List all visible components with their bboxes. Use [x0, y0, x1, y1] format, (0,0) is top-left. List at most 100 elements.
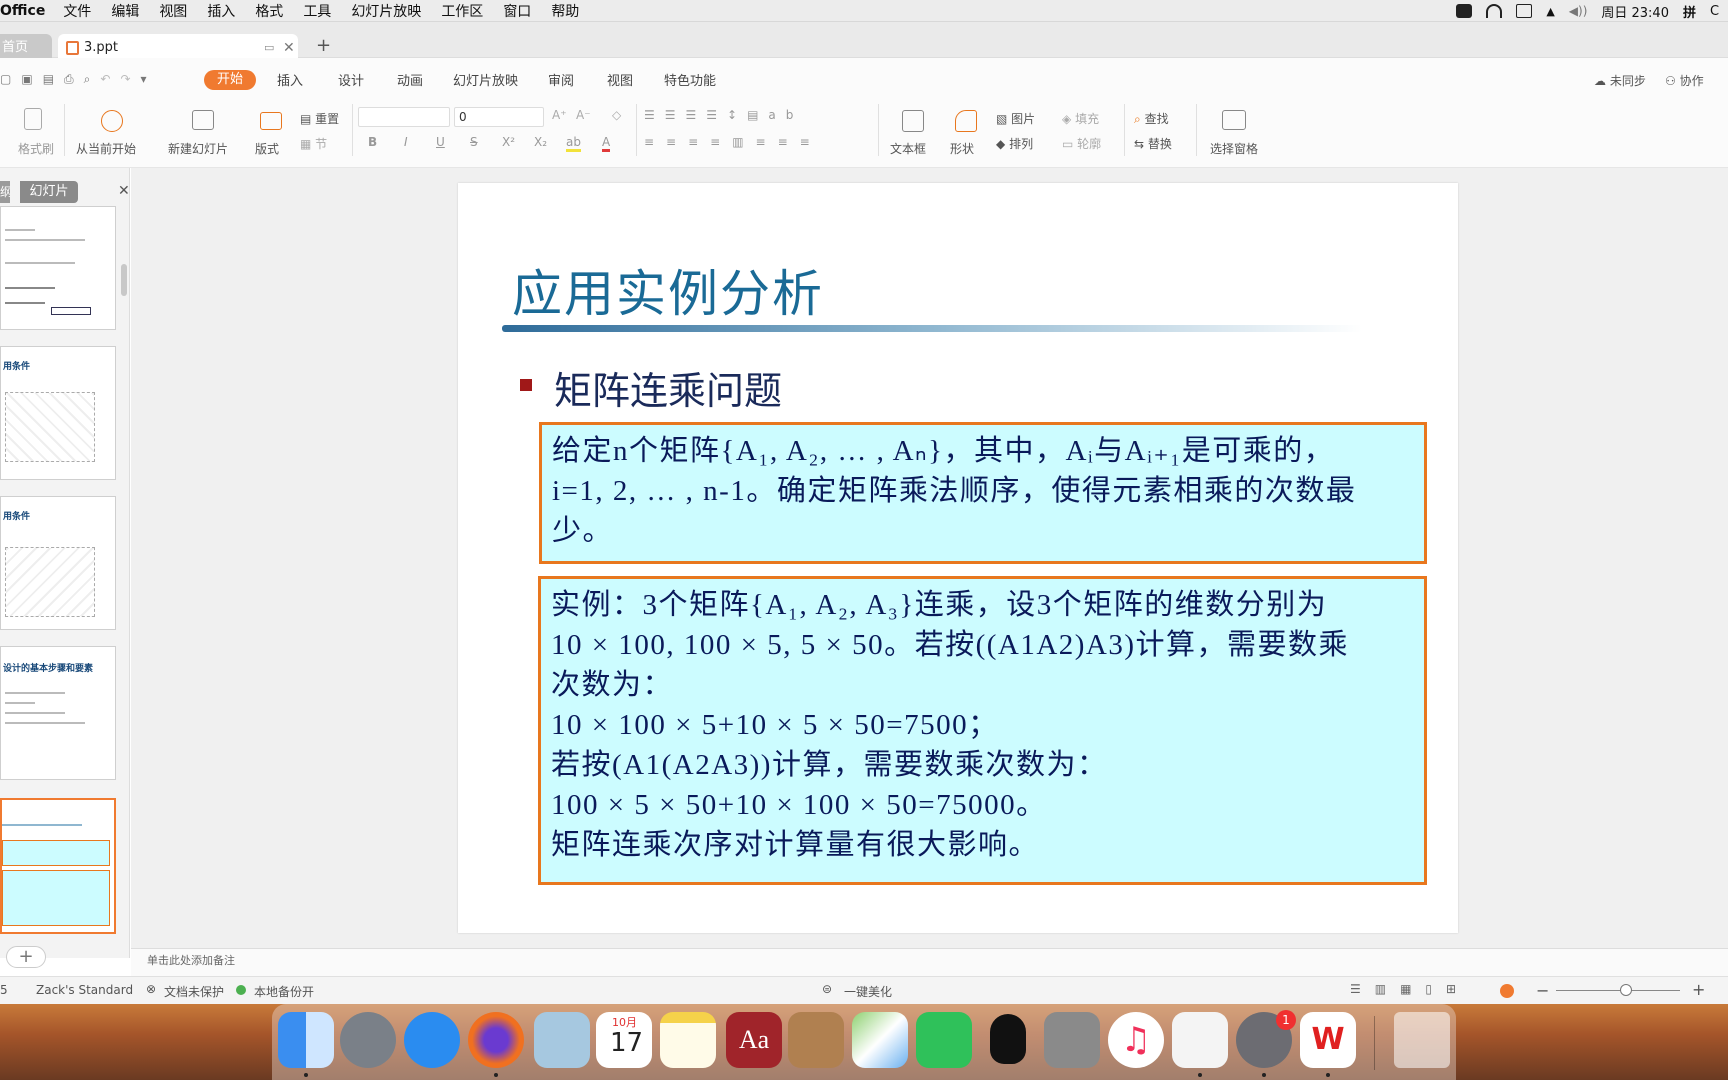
font-size-select[interactable]: 0	[454, 107, 544, 127]
textbox-button[interactable]: 文本框	[890, 140, 926, 157]
underline-icon[interactable]: U	[436, 135, 445, 149]
menu-help[interactable]: 帮助	[551, 1, 579, 21]
menu-view[interactable]: 视图	[159, 1, 187, 21]
firefox-icon[interactable]	[468, 1012, 524, 1068]
tab-start[interactable]: 开始	[204, 70, 256, 90]
tab-special[interactable]: 特色功能	[664, 70, 716, 89]
qq-icon[interactable]	[980, 1012, 1036, 1068]
textbox-icon[interactable]	[902, 110, 924, 132]
select-pane-icon[interactable]	[1222, 110, 1246, 130]
play-from-current-button[interactable]: 从当前开始	[76, 140, 136, 157]
slide-thumbnail-current[interactable]	[0, 798, 116, 934]
font-shrink-icon[interactable]: A⁻	[576, 108, 591, 122]
panel-scrollbar[interactable]	[121, 264, 127, 296]
redo-icon[interactable]: ↷	[120, 72, 130, 88]
tab-slideshow[interactable]: 幻灯片放映	[453, 70, 518, 89]
control-center-icon[interactable]: C	[1710, 4, 1728, 19]
font-family-select[interactable]	[358, 107, 450, 127]
picture-button[interactable]: ▧ 图片	[996, 110, 1035, 127]
align-tools[interactable]: ≡≡≡≡▥≡≡≡	[644, 135, 822, 149]
save-icon[interactable]: ▣	[21, 72, 32, 88]
zoom-in-icon[interactable]: +	[1692, 980, 1705, 999]
app-menu[interactable]: Office	[0, 3, 45, 19]
add-slide-button[interactable]: +	[6, 946, 46, 968]
new-slide-icon[interactable]	[192, 110, 214, 130]
contacts-icon[interactable]	[788, 1012, 844, 1068]
wps-tray-icon[interactable]	[1456, 4, 1473, 18]
tab-insert[interactable]: 插入	[277, 70, 303, 89]
wechat-icon[interactable]	[916, 1012, 972, 1068]
customize-icon[interactable]: ▾	[141, 72, 147, 88]
menu-insert[interactable]: 插入	[207, 1, 235, 21]
notes-icon[interactable]	[660, 1012, 716, 1068]
maps-icon[interactable]	[852, 1012, 908, 1068]
reset-button[interactable]: ▤ 重置	[300, 110, 339, 127]
menu-window[interactable]: 窗口	[503, 1, 531, 21]
bullet-heading[interactable]: 矩阵连乘问题	[554, 360, 782, 415]
zoom-out-icon[interactable]: −	[1536, 981, 1549, 1000]
menu-format[interactable]: 格式	[255, 1, 283, 21]
superscript-icon[interactable]: X²	[502, 135, 515, 149]
slide-thumbnail[interactable]: 设计的基本步骤和要素	[0, 646, 116, 780]
beautify-button[interactable]: 一键美化	[844, 983, 892, 1000]
backup-status[interactable]: 本地备份开	[254, 983, 314, 1000]
safari-icon[interactable]	[404, 1012, 460, 1068]
open-icon[interactable]: ▢	[0, 72, 11, 88]
input-method-icon[interactable]: 拼	[1683, 2, 1696, 21]
slide-title[interactable]: 应用实例分析	[512, 254, 824, 326]
select-pane-button[interactable]: 选择窗格	[1210, 140, 1258, 157]
slide-thumbnail[interactable]: 用条件	[0, 346, 116, 480]
fill-button[interactable]: ◈ 填充	[1062, 110, 1099, 127]
highlight-icon[interactable]: ab	[566, 135, 581, 152]
export-pdf-icon[interactable]: ▤	[43, 72, 54, 88]
airplay-icon[interactable]	[1516, 4, 1533, 18]
new-slide-button[interactable]: 新建幻灯片	[168, 140, 228, 157]
preview-icon[interactable]	[534, 1012, 590, 1068]
layout-button[interactable]: 版式	[255, 140, 279, 157]
textedit-icon[interactable]	[1172, 1012, 1228, 1068]
tab-review[interactable]: 审阅	[548, 70, 574, 89]
menu-tools[interactable]: 工具	[303, 1, 331, 21]
paragraph-tools[interactable]: ☰☰☰☰↕▤ab	[644, 108, 803, 122]
wps-icon[interactable]: W	[1300, 1012, 1356, 1068]
font-grow-icon[interactable]: A⁺	[552, 108, 567, 122]
replace-button[interactable]: ⇆ 替换	[1134, 135, 1172, 152]
clock[interactable]: 周日 23:40	[1601, 2, 1669, 21]
music-icon[interactable]: ♫	[1108, 1012, 1164, 1068]
clear-format-icon[interactable]: ◇	[612, 108, 621, 122]
definition-textbox[interactable]: 给定n个矩阵{A₁, A₂, … , Aₙ}，其中，Aᵢ与Aᵢ₊₁是可乘的， i…	[539, 422, 1427, 564]
notes-pane[interactable]: 单击此处添加备注	[131, 948, 1728, 976]
subscript-icon[interactable]: X₂	[534, 135, 547, 149]
zoom-slider[interactable]	[1556, 990, 1680, 991]
wifi-icon[interactable]	[1486, 4, 1503, 18]
italic-icon[interactable]: I	[404, 135, 408, 149]
slide-thumbnail[interactable]: 用条件	[0, 496, 116, 630]
finder-icon[interactable]	[278, 1012, 334, 1068]
strikethrough-icon[interactable]: S	[470, 135, 478, 149]
tab-view[interactable]: 视图	[607, 70, 633, 89]
close-panel-icon[interactable]: ✕	[118, 183, 130, 199]
format-painter-label[interactable]: 格式刷	[18, 140, 54, 157]
menu-file[interactable]: 文件	[63, 1, 91, 21]
layout-icon[interactable]	[260, 112, 282, 130]
trash-icon[interactable]	[1394, 1012, 1450, 1068]
print-preview-icon[interactable]: ⌕	[84, 72, 91, 88]
eject-icon[interactable]: ▲	[1546, 5, 1554, 18]
sync-status[interactable]: ☁ 未同步	[1594, 72, 1646, 89]
print-icon[interactable]: ⎙	[64, 72, 74, 88]
example-textbox[interactable]: 实例：3个矩阵{A₁, A₂, A₃}连乘，设3个矩阵的维数分别为 10 × 1…	[538, 576, 1427, 885]
menu-workspace[interactable]: 工作区	[441, 1, 483, 21]
launchpad-icon[interactable]	[340, 1012, 396, 1068]
play-slideshow-icon[interactable]	[1500, 984, 1514, 998]
theme-name[interactable]: Zack's Standard	[36, 983, 133, 997]
menu-slideshow[interactable]: 幻灯片放映	[351, 1, 421, 21]
dictionary-icon[interactable]: Aa	[726, 1012, 782, 1068]
shape-button[interactable]: 形状	[950, 140, 974, 157]
volume-icon[interactable]: ◀))	[1569, 4, 1588, 18]
collab-button[interactable]: ⚇ 协作	[1665, 72, 1704, 89]
format-painter-icon[interactable]	[24, 108, 42, 130]
calendar-icon[interactable]: 10月 17	[596, 1012, 652, 1068]
tab-design[interactable]: 设计	[338, 70, 364, 89]
protect-status[interactable]: 文档未保护	[164, 983, 224, 1000]
font-color-icon[interactable]: A	[602, 135, 611, 152]
